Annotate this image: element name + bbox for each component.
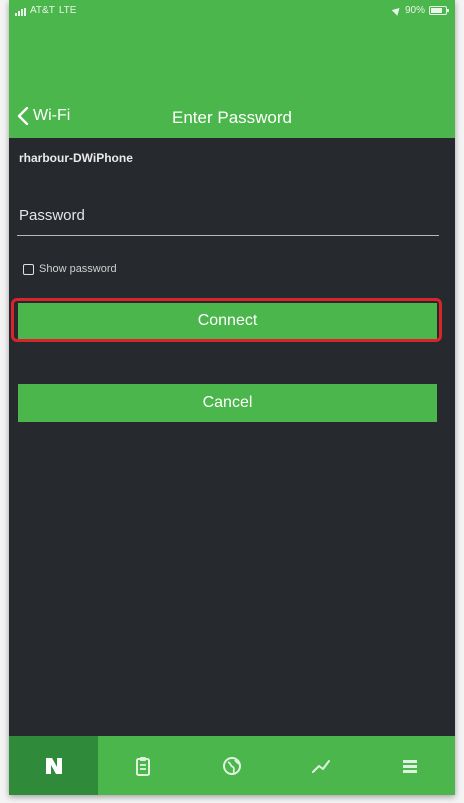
tab-bar bbox=[9, 736, 455, 795]
clipboard-icon bbox=[135, 756, 150, 776]
navigation-bar: Wi-Fi Enter Password bbox=[9, 98, 455, 138]
location-icon bbox=[391, 5, 403, 16]
signal-icon bbox=[15, 8, 26, 16]
show-password-label: Show password bbox=[39, 263, 117, 275]
password-input[interactable] bbox=[17, 196, 439, 236]
status-right: 90% bbox=[391, 5, 449, 16]
tab-globe[interactable] bbox=[187, 736, 276, 795]
status-bar: AT&T LTE 90% bbox=[9, 0, 455, 22]
status-left: AT&T LTE bbox=[15, 5, 76, 16]
header: AT&T LTE 90% Wi-Fi Enter Password bbox=[9, 0, 455, 138]
tab-home[interactable] bbox=[9, 736, 99, 795]
connect-button[interactable]: Connect bbox=[18, 303, 437, 339]
carrier-label: AT&T bbox=[30, 5, 55, 16]
battery-percent: 90% bbox=[404, 5, 425, 16]
network-type-label: LTE bbox=[58, 5, 77, 16]
phone-screen: AT&T LTE 90% Wi-Fi Enter Password rharbo… bbox=[9, 0, 455, 795]
show-password-toggle[interactable]: Show password bbox=[23, 263, 117, 275]
globe-icon bbox=[223, 756, 241, 775]
logo-icon bbox=[45, 757, 62, 774]
tab-clipboard[interactable] bbox=[98, 736, 187, 795]
battery-icon bbox=[429, 6, 449, 15]
page-title: Enter Password bbox=[172, 108, 292, 127]
show-password-checkbox[interactable] bbox=[23, 263, 34, 275]
tab-chart[interactable] bbox=[277, 736, 366, 795]
network-name: rharbour-DWiPhone bbox=[19, 151, 133, 165]
chart-line-icon bbox=[312, 759, 331, 773]
list-icon bbox=[403, 759, 418, 773]
tab-list[interactable] bbox=[366, 736, 455, 795]
cancel-button[interactable]: Cancel bbox=[18, 384, 437, 422]
